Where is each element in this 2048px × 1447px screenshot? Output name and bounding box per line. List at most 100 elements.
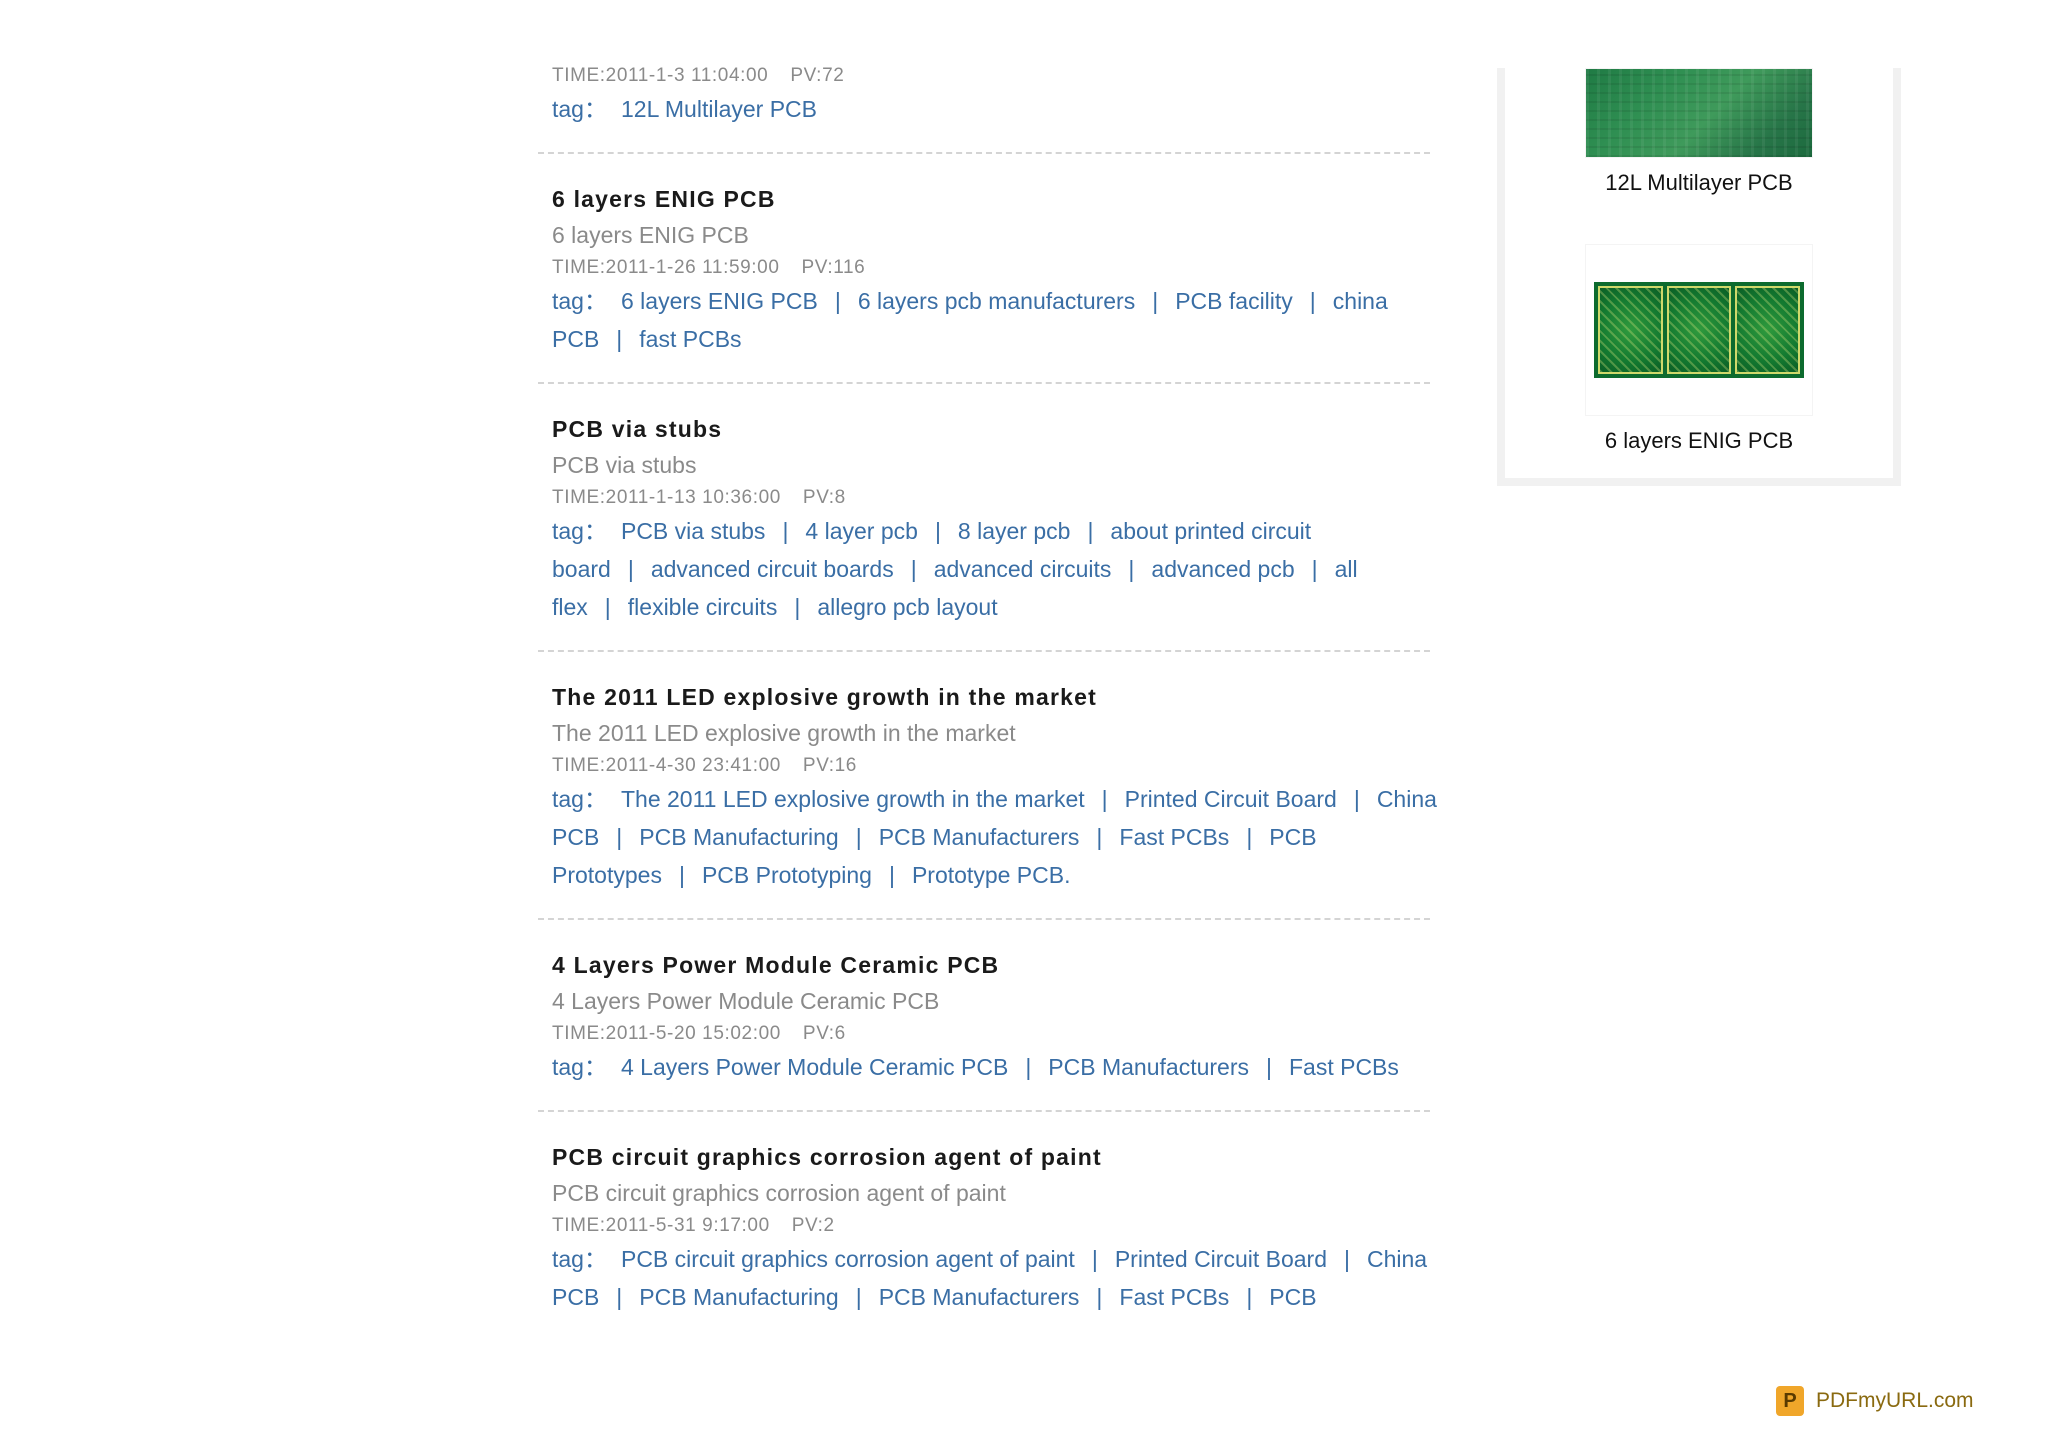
tag-separator: | bbox=[616, 326, 623, 352]
article-time: TIME:2011-5-20 15:02:00 bbox=[552, 1023, 781, 1044]
pcb-unit bbox=[1666, 286, 1732, 374]
article-pageviews: PV:16 bbox=[802, 755, 857, 776]
tag-separator: | bbox=[678, 862, 685, 888]
tag-link[interactable]: 8 layer pcb bbox=[958, 518, 1071, 544]
tag-separator: | bbox=[1091, 1246, 1098, 1272]
article-item: 4 Layers Power Module Ceramic PCB 4 Laye… bbox=[552, 920, 1444, 1110]
sidebar-product-card[interactable]: 6 layers ENIG PCB bbox=[1585, 244, 1813, 454]
tag-separator: | bbox=[910, 556, 917, 582]
tag-link[interactable]: Fast PCBs bbox=[1289, 1054, 1399, 1080]
product-caption[interactable]: 12L Multilayer PCB bbox=[1585, 170, 1813, 196]
article-pageviews: PV:2 bbox=[791, 1215, 835, 1236]
tag-link[interactable]: PCB Manufacturing bbox=[639, 824, 838, 850]
tag-separator: | bbox=[1309, 288, 1316, 314]
tag-link[interactable]: PCB via stubs bbox=[621, 518, 765, 544]
tag-link[interactable]: flexible circuits bbox=[628, 594, 778, 620]
tag-separator: | bbox=[627, 556, 634, 582]
tag-link[interactable]: PCB Manufacturers bbox=[1048, 1054, 1249, 1080]
tag-separator: | bbox=[1101, 786, 1108, 812]
tag-separator: | bbox=[1096, 824, 1103, 850]
pcb-unit bbox=[1598, 286, 1663, 374]
article-time: TIME:2011-1-26 11:59:00 bbox=[552, 257, 780, 278]
article-time: TIME:2011-5-31 9:17:00 bbox=[552, 1215, 770, 1236]
tag-link[interactable]: Printed Circuit Board bbox=[1115, 1246, 1327, 1272]
article-summary: The 2011 LED explosive growth in the mar… bbox=[552, 720, 1016, 746]
article-tags: tag： PCB via stubs | 4 layer pcb | 8 layer pc… bbox=[552, 512, 1444, 626]
tag-separator: | bbox=[934, 518, 941, 544]
article-meta: TIME:2011-1-26 11:59:00 PV:116 bbox=[552, 254, 1444, 282]
article-tags: tag： PCB circuit graphics corrosion agent… bbox=[552, 1240, 1444, 1316]
tag-label: tag： bbox=[552, 96, 607, 122]
article-meta: TIME:2011-5-20 15:02:00 PV:6 bbox=[552, 1020, 1444, 1048]
tag-link[interactable]: 4 Layers Power Module Ceramic PCB bbox=[621, 1054, 1008, 1080]
tag-link[interactable]: 6 layers pcb manufacturers bbox=[858, 288, 1135, 314]
article-summary: PCB via stubs bbox=[552, 452, 697, 478]
tag-separator: | bbox=[855, 824, 862, 850]
tag-link[interactable]: PCB facility bbox=[1175, 288, 1293, 314]
page: TIME:2011-1-3 11:04:00 PV:72 tag： 12L Mult… bbox=[0, 0, 2048, 1447]
article-item: 6 layers ENIG PCB 6 layers ENIG PCB TIME… bbox=[552, 154, 1444, 382]
article-time: TIME:2011-1-3 11:04:00 bbox=[552, 65, 769, 86]
article-pageviews: PV:6 bbox=[802, 1023, 846, 1044]
tag-link[interactable]: Fast PCBs bbox=[1119, 824, 1229, 850]
tag-link[interactable]: PCB Manufacturing bbox=[639, 1284, 838, 1310]
tag-separator: | bbox=[1246, 824, 1253, 850]
article-tags: tag： 6 layers ENIG PCB | 6 layers pcb manuf… bbox=[552, 282, 1444, 358]
tag-separator: | bbox=[1344, 1246, 1350, 1272]
tag-link[interactable]: The 2011 LED explosive growth in the mar… bbox=[621, 786, 1085, 812]
article-meta: TIME:2011-1-13 10:36:00 PV:8 bbox=[552, 484, 1444, 512]
tag-link[interactable]: Fast PCBs bbox=[1119, 1284, 1229, 1310]
article-tags: tag： 4 Layers Power Module Ceramic PCB | PC… bbox=[552, 1048, 1444, 1086]
article-tags: tag： The 2011 LED explosive growth in the… bbox=[552, 780, 1444, 894]
tag-link[interactable]: PCB Prototyping bbox=[702, 862, 872, 888]
tag-link[interactable]: Prototype PCB. bbox=[912, 862, 1071, 888]
tag-separator: | bbox=[1087, 518, 1094, 544]
article-meta: TIME:2011-4-30 23:41:00 PV:16 bbox=[552, 752, 1444, 780]
pdfmyurl-brand[interactable]: P PDFmyURL.com bbox=[1776, 1384, 1974, 1418]
tag-separator: | bbox=[1096, 1284, 1103, 1310]
sidebar-product-card[interactable]: 12L Multilayer PCB bbox=[1585, 68, 1813, 196]
product-thumbnail[interactable] bbox=[1585, 68, 1813, 158]
tag-label: tag： bbox=[552, 786, 607, 812]
article-title[interactable]: The 2011 LED explosive growth in the mar… bbox=[552, 680, 1444, 714]
article-meta: TIME:2011-1-3 11:04:00 PV:72 bbox=[552, 62, 1444, 90]
tag-separator: | bbox=[604, 594, 611, 620]
tag-link[interactable]: allegro pcb layout bbox=[817, 594, 997, 620]
tag-separator: | bbox=[794, 594, 801, 620]
tag-link[interactable]: PCB bbox=[1269, 1284, 1316, 1310]
tag-link[interactable]: fast PCBs bbox=[639, 326, 741, 352]
pcb-unit bbox=[1735, 286, 1801, 374]
tag-separator: | bbox=[1025, 1054, 1032, 1080]
tag-separator: | bbox=[834, 288, 841, 314]
tag-label: tag： bbox=[552, 518, 607, 544]
pdfmyurl-link[interactable]: PDFmyURL.com bbox=[1816, 1389, 1974, 1413]
tag-label: tag： bbox=[552, 1246, 607, 1272]
tag-link[interactable]: advanced pcb bbox=[1151, 556, 1294, 582]
tag-separator: | bbox=[855, 1284, 862, 1310]
article-summary: 4 Layers Power Module Ceramic PCB bbox=[552, 988, 940, 1014]
tag-link[interactable]: 12L Multilayer PCB bbox=[621, 96, 817, 122]
article-summary: PCB circuit graphics corrosion agent of … bbox=[552, 1180, 1006, 1206]
tag-link[interactable]: advanced circuits bbox=[934, 556, 1112, 582]
article-title[interactable]: 4 Layers Power Module Ceramic PCB bbox=[552, 948, 1444, 982]
sidebar-product-panel: 12L Multilayer PCB 6 layers ENIG PCB bbox=[1497, 68, 1901, 486]
article-item: The 2011 LED explosive growth in the mar… bbox=[552, 652, 1444, 918]
article-title[interactable]: PCB circuit graphics corrosion agent of … bbox=[552, 1140, 1444, 1174]
tag-link[interactable]: PCB Manufacturers bbox=[879, 1284, 1080, 1310]
article-title[interactable]: 6 layers ENIG PCB bbox=[552, 182, 1444, 216]
tag-link[interactable]: PCB Manufacturers bbox=[879, 824, 1080, 850]
tag-separator: | bbox=[782, 518, 789, 544]
article-title[interactable]: PCB via stubs bbox=[552, 412, 1444, 446]
tag-label: tag： bbox=[552, 1054, 607, 1080]
tag-link[interactable]: 6 layers ENIG PCB bbox=[621, 288, 818, 314]
product-caption[interactable]: 6 layers ENIG PCB bbox=[1585, 428, 1813, 454]
tag-link[interactable]: Printed Circuit Board bbox=[1125, 786, 1337, 812]
article-list: TIME:2011-1-3 11:04:00 PV:72 tag： 12L Mult… bbox=[538, 62, 1444, 1316]
tag-link[interactable]: 4 layer pcb bbox=[805, 518, 918, 544]
tag-separator: | bbox=[1128, 556, 1135, 582]
tag-link[interactable]: advanced circuit boards bbox=[651, 556, 894, 582]
tag-separator: | bbox=[616, 824, 623, 850]
product-thumbnail[interactable] bbox=[1585, 244, 1813, 416]
article-pageviews: PV:72 bbox=[790, 65, 845, 86]
tag-link[interactable]: PCB circuit graphics corrosion agent of … bbox=[621, 1246, 1075, 1272]
